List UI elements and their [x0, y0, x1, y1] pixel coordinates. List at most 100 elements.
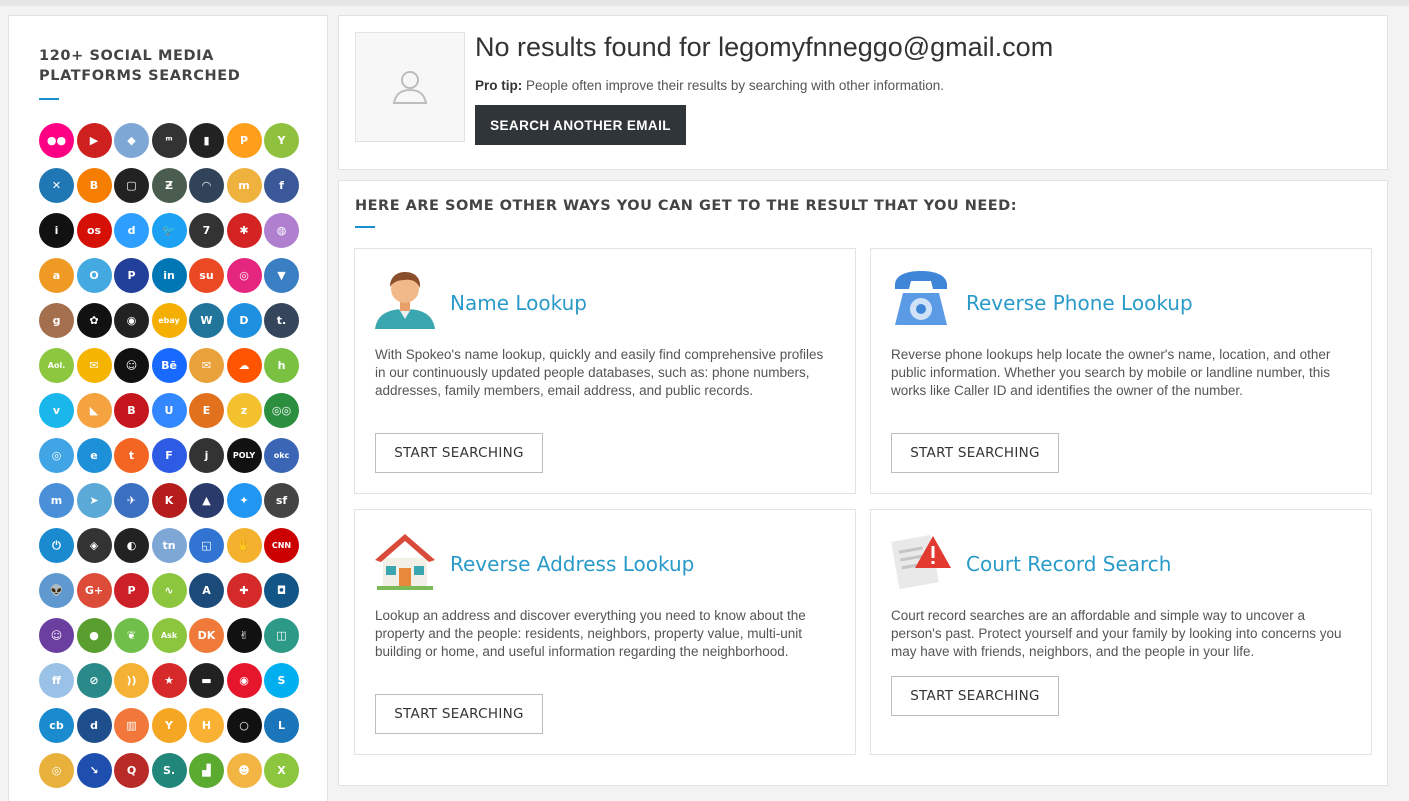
xing-icon: X	[264, 753, 299, 788]
name-lookup-card: Name Lookup With Spokeo's name lookup, q…	[354, 248, 856, 494]
pro-tip-label: Pro tip:	[475, 78, 523, 93]
dribbble-icon: ◍	[264, 213, 299, 248]
wink-icon: ◉	[114, 303, 149, 338]
tn-icon: tn	[151, 528, 187, 563]
other-ways-heading: HERE ARE SOME OTHER WAYS YOU CAN GET TO …	[355, 198, 1017, 214]
card-title[interactable]: Court Record Search	[966, 552, 1171, 576]
sidebar-title: 120+ SOCIAL MEDIA PLATFORMS SEARCHED	[39, 48, 241, 84]
aol-icon: Aol.	[39, 348, 74, 383]
card-title[interactable]: Reverse Address Lookup	[450, 552, 694, 576]
foursquare-f-icon: F	[151, 438, 187, 473]
avatar-placeholder	[355, 32, 465, 142]
popcorn-icon: ▥	[114, 708, 149, 743]
compass-icon: ⊘	[76, 663, 112, 698]
card-title[interactable]: Reverse Phone Lookup	[966, 291, 1193, 315]
sf-icon: sf	[264, 483, 299, 518]
instagram-icon: ◘	[264, 573, 299, 608]
pandora-icon: P	[114, 258, 149, 293]
star-icon: ★	[151, 663, 187, 698]
yahoo-answers-icon: Y	[264, 123, 299, 158]
user-silhouette-icon	[392, 71, 428, 104]
start-searching-button[interactable]: START SEARCHING	[891, 676, 1059, 716]
yelp-icon: ✱	[226, 213, 262, 248]
dk-icon: DK	[189, 618, 224, 653]
yahoo-y-icon: Y	[151, 708, 187, 743]
flickr-icon: ●●	[39, 123, 74, 158]
card-title[interactable]: Name Lookup	[450, 291, 587, 315]
houzz-icon: h	[264, 348, 299, 383]
face-icon: ☻	[226, 753, 262, 788]
tagged-icon: t	[114, 438, 149, 473]
hackernews-icon: H	[189, 708, 224, 743]
periscope-icon: ◎	[39, 438, 74, 473]
reverse-phone-lookup-card: Reverse Phone Lookup Reverse phone looku…	[870, 248, 1372, 494]
meetup-icon: m	[226, 168, 262, 203]
card-description: Court record searches are an affordable …	[891, 608, 1342, 659]
path-icon: P	[226, 123, 262, 158]
dailymotion-icon: D	[226, 303, 262, 338]
reddit-icon: 👽	[39, 573, 74, 608]
myspace-icon: ᵐ	[151, 123, 187, 158]
mail-icon: ✉	[76, 348, 112, 383]
amazon-icon: a	[39, 258, 74, 293]
etsy-icon: e	[76, 438, 112, 473]
photobucket-icon: ▮	[189, 123, 224, 158]
court-record-search-card: Court Record Search Court record searche…	[870, 509, 1372, 755]
jimdo-icon: j	[189, 438, 224, 473]
polyvore-icon: POLY	[226, 438, 262, 473]
klout-icon: K	[151, 483, 187, 518]
orkut-icon: O	[76, 258, 112, 293]
start-searching-button[interactable]: START SEARCHING	[891, 433, 1059, 473]
search-another-email-button[interactable]: SEARCH ANOTHER EMAIL	[475, 105, 686, 145]
minus-icon: ▬	[189, 663, 224, 698]
rss-icon: ))	[114, 663, 149, 698]
ask-icon: Ask	[151, 618, 187, 653]
ff-icon: ff	[39, 663, 74, 698]
tumblr-icon: t.	[264, 303, 299, 338]
github-icon: ◐	[114, 528, 149, 563]
wordpress-icon: W	[189, 303, 224, 338]
start-searching-button[interactable]: START SEARCHING	[375, 433, 543, 473]
hangouts-icon: ●	[76, 618, 112, 653]
power-icon: ⏻	[39, 528, 74, 563]
graduation-icon: ▲	[189, 483, 224, 518]
top-divider	[0, 0, 1409, 6]
badge-b-icon: B	[114, 393, 149, 428]
brain-icon: ◈	[76, 528, 112, 563]
google-plus-icon: G+	[76, 573, 112, 608]
messenger-icon: ✦	[226, 483, 262, 518]
smiley-icon: ☺	[114, 348, 149, 383]
ustream-icon: U	[151, 393, 187, 428]
card-description: Lookup an address and discover everythin…	[375, 608, 806, 659]
mitten-icon: ✋	[226, 528, 262, 563]
deviantart-icon: Ƶ	[151, 168, 187, 203]
instagram-old-icon: ◎	[226, 258, 262, 293]
tripadvisor-icon: ◎◎	[264, 393, 299, 428]
twitter-icon: 🐦	[151, 213, 187, 248]
other-ways-accent	[355, 226, 375, 228]
gitlab-icon: 7	[189, 213, 224, 248]
skype-icon: S	[264, 663, 299, 698]
lifebuoy-icon: ✚	[226, 573, 262, 608]
mailbox-icon: ✉	[189, 348, 224, 383]
cb-icon: cb	[39, 708, 74, 743]
person-icon	[375, 272, 435, 329]
swift-icon: ◣	[76, 393, 112, 428]
start-searching-button[interactable]: START SEARCHING	[375, 694, 543, 734]
card-description: With Spokeo's name lookup, quickly and e…	[375, 347, 824, 398]
behance-icon: Bē	[151, 348, 187, 383]
youtube-icon: ▶	[76, 123, 112, 158]
kik-icon: ✕	[39, 168, 74, 203]
reverse-address-lookup-card: Reverse Address Lookup Lookup an address…	[354, 509, 856, 755]
quora-icon: Q	[114, 753, 149, 788]
sidebar-title-accent	[39, 98, 59, 100]
etsy-e-icon: E	[189, 393, 224, 428]
appstore-icon: A	[189, 573, 224, 608]
other-ways-panel: HERE ARE SOME OTHER WAYS YOU CAN GET TO …	[338, 180, 1388, 786]
soundcloud-icon: ☁	[226, 348, 262, 383]
lastfm-icon: os	[76, 213, 112, 248]
delicious-icon: ◱	[189, 528, 224, 563]
openai-icon: ✿	[76, 303, 112, 338]
linkedin-icon: in	[151, 258, 187, 293]
pro-tip-text: People often improve their results by se…	[522, 78, 944, 93]
